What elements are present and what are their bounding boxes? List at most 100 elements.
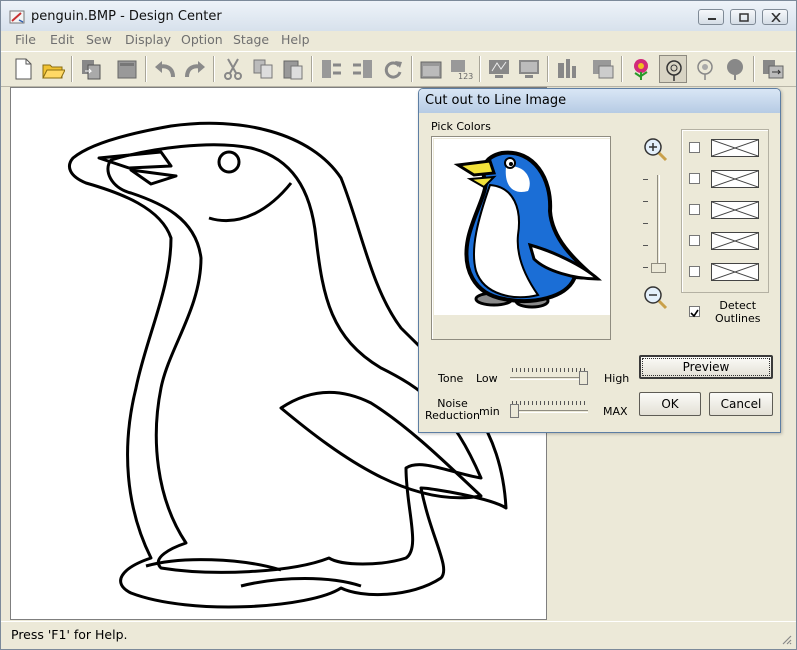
noise-reduction-slider[interactable] <box>510 398 588 418</box>
flower-filled-icon <box>727 59 743 80</box>
flower-color-button[interactable] <box>627 55 655 83</box>
toolbar-separator <box>753 56 755 82</box>
noise-slider-ticks <box>512 401 586 405</box>
color-slot-5-checkbox[interactable] <box>689 266 700 277</box>
convert-forward-icon <box>353 60 372 78</box>
redo-icon <box>185 61 205 78</box>
toolbar-separator <box>311 56 313 82</box>
convert-back-icon <box>322 60 341 78</box>
detect-outlines-checkbox[interactable] <box>689 306 700 318</box>
tone-slider[interactable] <box>510 365 588 385</box>
color-slot-1-checkbox[interactable] <box>689 142 700 153</box>
stitch-button[interactable] <box>113 55 141 83</box>
toolbar-separator <box>621 56 623 82</box>
cancel-button[interactable]: Cancel <box>709 392 773 416</box>
convert-forward-button[interactable] <box>349 55 377 83</box>
stage-folder-button[interactable] <box>417 55 445 83</box>
flower-select-button[interactable] <box>691 55 719 83</box>
menu-file[interactable]: File <box>15 32 36 47</box>
toolbar-separator <box>213 56 215 82</box>
menu-stage[interactable]: Stage <box>233 32 269 47</box>
tone-label: Tone <box>438 372 464 385</box>
stage-line-icon <box>489 60 509 78</box>
tone-slider-ticks <box>512 368 586 372</box>
export-button[interactable] <box>759 55 787 83</box>
status-bar: Press 'F1' for Help. <box>1 621 796 649</box>
checkmark-icon <box>690 309 699 318</box>
toolbar-separator <box>71 56 73 82</box>
tone-slider-track <box>510 377 588 380</box>
zoom-tick <box>643 223 648 224</box>
zoom-in-icon[interactable] <box>643 137 669 163</box>
number-stage-button[interactable]: 123 <box>447 55 475 83</box>
zoom-out-icon[interactable] <box>643 285 669 311</box>
image-preview-box[interactable] <box>431 136 611 340</box>
app-icon <box>9 10 25 24</box>
flower-outline-icon <box>666 60 682 81</box>
color-slot-3-checkbox[interactable] <box>689 204 700 215</box>
window-title: penguin.BMP - Design Center <box>31 9 222 24</box>
new-file-icon <box>15 58 32 80</box>
monitor-icon <box>519 60 539 78</box>
close-icon <box>771 13 781 22</box>
tone-slider-thumb[interactable] <box>579 371 588 385</box>
open-file-button[interactable] <box>39 55 67 83</box>
menu-option[interactable]: Option <box>181 32 223 47</box>
color-slot-3-swatch[interactable] <box>711 201 759 219</box>
menu-help[interactable]: Help <box>281 32 310 47</box>
detect-outlines-label: Detect Outlines <box>715 299 761 325</box>
toolbar-separator <box>145 56 147 82</box>
hand-tool-button[interactable] <box>721 55 749 83</box>
svg-text:123: 123 <box>458 72 473 81</box>
stage-next-button[interactable] <box>589 55 617 83</box>
color-slot-4-checkbox[interactable] <box>689 235 700 246</box>
menu-edit[interactable]: Edit <box>50 32 74 47</box>
zoom-slider-thumb[interactable] <box>651 263 666 273</box>
convert-back-button[interactable] <box>317 55 345 83</box>
maximize-icon <box>739 13 749 22</box>
stage-display-button[interactable] <box>515 55 543 83</box>
minimize-button[interactable] <box>698 9 724 25</box>
import-button[interactable] <box>77 55 105 83</box>
zoom-slider-track[interactable] <box>657 175 660 267</box>
copy-button[interactable] <box>249 55 277 83</box>
stage-line-button[interactable] <box>485 55 513 83</box>
empty-swatch-icon <box>711 201 759 219</box>
maximize-button[interactable] <box>730 9 756 25</box>
close-button[interactable] <box>762 9 788 25</box>
refresh-button[interactable] <box>379 55 407 83</box>
title-bar: penguin.BMP - Design Center <box>1 1 796 31</box>
zoom-tick <box>643 245 648 246</box>
cut-button[interactable] <box>219 55 247 83</box>
flower-outline-button[interactable] <box>659 55 687 83</box>
zoom-tick <box>643 179 648 180</box>
noise-slider-track <box>510 410 588 413</box>
scissors-icon <box>224 58 242 80</box>
paste-button[interactable] <box>279 55 307 83</box>
menu-sew[interactable]: Sew <box>86 32 112 47</box>
undo-button[interactable] <box>151 55 179 83</box>
stage-sew-button[interactable] <box>553 55 581 83</box>
color-slot-2-checkbox[interactable] <box>689 173 700 184</box>
noise-slider-thumb[interactable] <box>510 404 519 418</box>
ok-button[interactable]: OK <box>639 392 701 416</box>
noise-min-label: min <box>479 405 500 418</box>
color-slot-1-swatch[interactable] <box>711 139 759 157</box>
menu-display[interactable]: Display <box>125 32 171 47</box>
redo-button[interactable] <box>181 55 209 83</box>
preview-button[interactable]: Preview <box>639 355 773 379</box>
cut-out-dialog: Cut out to Line Image Pick Colors Detect… <box>418 88 781 433</box>
empty-swatch-icon <box>711 170 759 188</box>
color-slot-4-swatch[interactable] <box>711 232 759 250</box>
toolbar-separator <box>479 56 481 82</box>
penguin-preview-image[interactable] <box>434 139 610 315</box>
folder-icon <box>420 61 442 79</box>
open-folder-icon <box>42 64 65 79</box>
dialog-title-bar[interactable]: Cut out to Line Image <box>419 89 780 113</box>
color-slot-2-swatch[interactable] <box>711 170 759 188</box>
color-slot-5-swatch[interactable] <box>711 263 759 281</box>
new-file-button[interactable] <box>9 55 37 83</box>
resize-grip-icon[interactable] <box>780 633 792 645</box>
number-stage-icon: 123 <box>451 60 473 81</box>
toolbar-separator <box>547 56 549 82</box>
